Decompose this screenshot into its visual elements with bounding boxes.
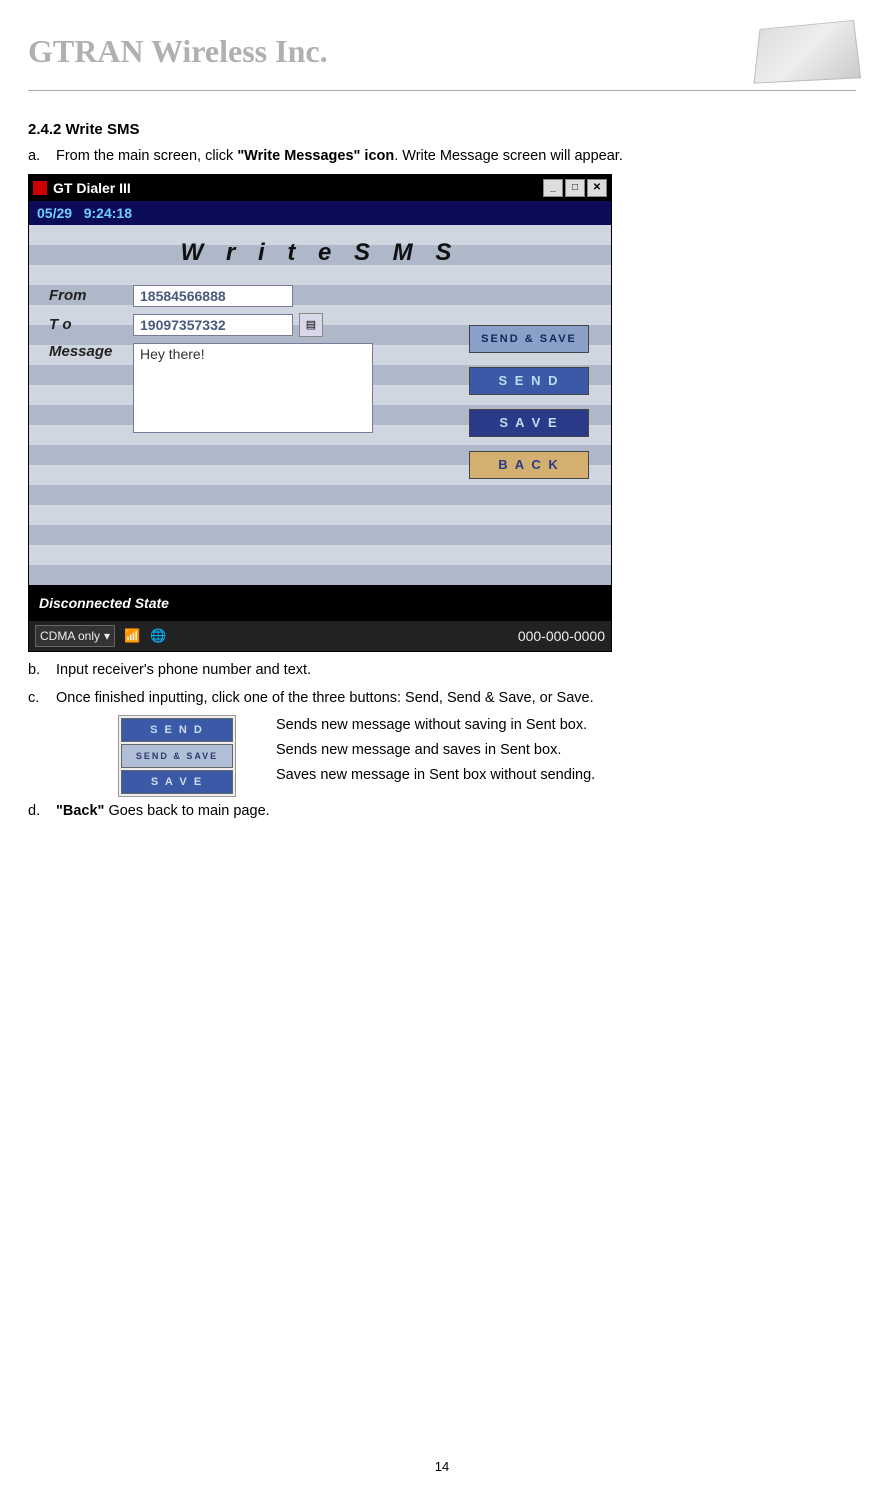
mode-select[interactable]: CDMA only▾ [35,625,115,647]
globe-icon: 🌐 [149,627,167,645]
header-divider [28,90,856,91]
signal-icon: 📶 [123,627,141,645]
minimize-button[interactable]: _ [543,179,563,197]
button-descriptions: S E N D SEND & SAVE S A V E Sends new me… [28,715,856,797]
from-input[interactable]: 18584566888 [133,285,293,307]
phone-number: 000-000-0000 [518,628,605,644]
status-bar: Disconnected State [29,585,611,621]
close-button[interactable]: ✕ [587,179,607,197]
step-d: d. "Back" Goes back to main page. [28,801,856,823]
contacts-icon: ▤ [306,318,316,331]
page-header: GTRAN Wireless Inc. [28,20,856,82]
back-button[interactable]: B A C K [469,451,589,479]
content-area: W r i t e S M S From 18584566888 T o 190… [29,225,611,585]
titlebar: GT Dialer III _ □ ✕ [29,175,611,201]
app-icon [33,181,47,195]
company-name: GTRAN Wireless Inc. [28,33,328,70]
app-window: GT Dialer III _ □ ✕ 05/29 9:24:18 W r i … [28,174,612,652]
to-input[interactable]: 19097357332 [133,314,293,336]
step-c: c. Once finished inputting, click one of… [28,688,856,710]
save-button[interactable]: S A V E [469,409,589,437]
screen-title: W r i t e S M S [35,239,605,267]
page-number: 14 [0,1459,884,1474]
to-label: T o [35,316,133,333]
contacts-button[interactable]: ▤ [299,313,323,337]
message-input[interactable]: Hey there! [133,343,373,433]
mini-sendsave-button: SEND & SAVE [121,744,233,768]
mini-send-button: S E N D [121,718,233,742]
save-description: Saves new message in Sent box without se… [276,767,595,783]
sendsave-description: Sends new message and saves in Sent box. [276,742,595,758]
from-label: From [35,287,133,304]
send-description: Sends new message without saving in Sent… [276,717,595,733]
maximize-button[interactable]: □ [565,179,585,197]
mini-save-button: S A V E [121,770,233,794]
pc-card-image [753,20,861,84]
button-stack-image: S E N D SEND & SAVE S A V E [118,715,236,797]
section-heading: 2.4.2 Write SMS [28,121,856,138]
send-save-button[interactable]: SEND & SAVE [469,325,589,353]
step-a: a. From the main screen, click "Write Me… [28,146,856,168]
step-b: b. Input receiver's phone number and tex… [28,660,856,682]
app-title: GT Dialer III [53,180,131,196]
chevron-down-icon: ▾ [104,629,110,643]
bottom-bar: CDMA only▾ 📶 🌐 000-000-0000 [29,621,611,651]
send-button[interactable]: S E N D [469,367,589,395]
date-time-bar: 05/29 9:24:18 [29,201,611,225]
message-label: Message [35,343,133,360]
